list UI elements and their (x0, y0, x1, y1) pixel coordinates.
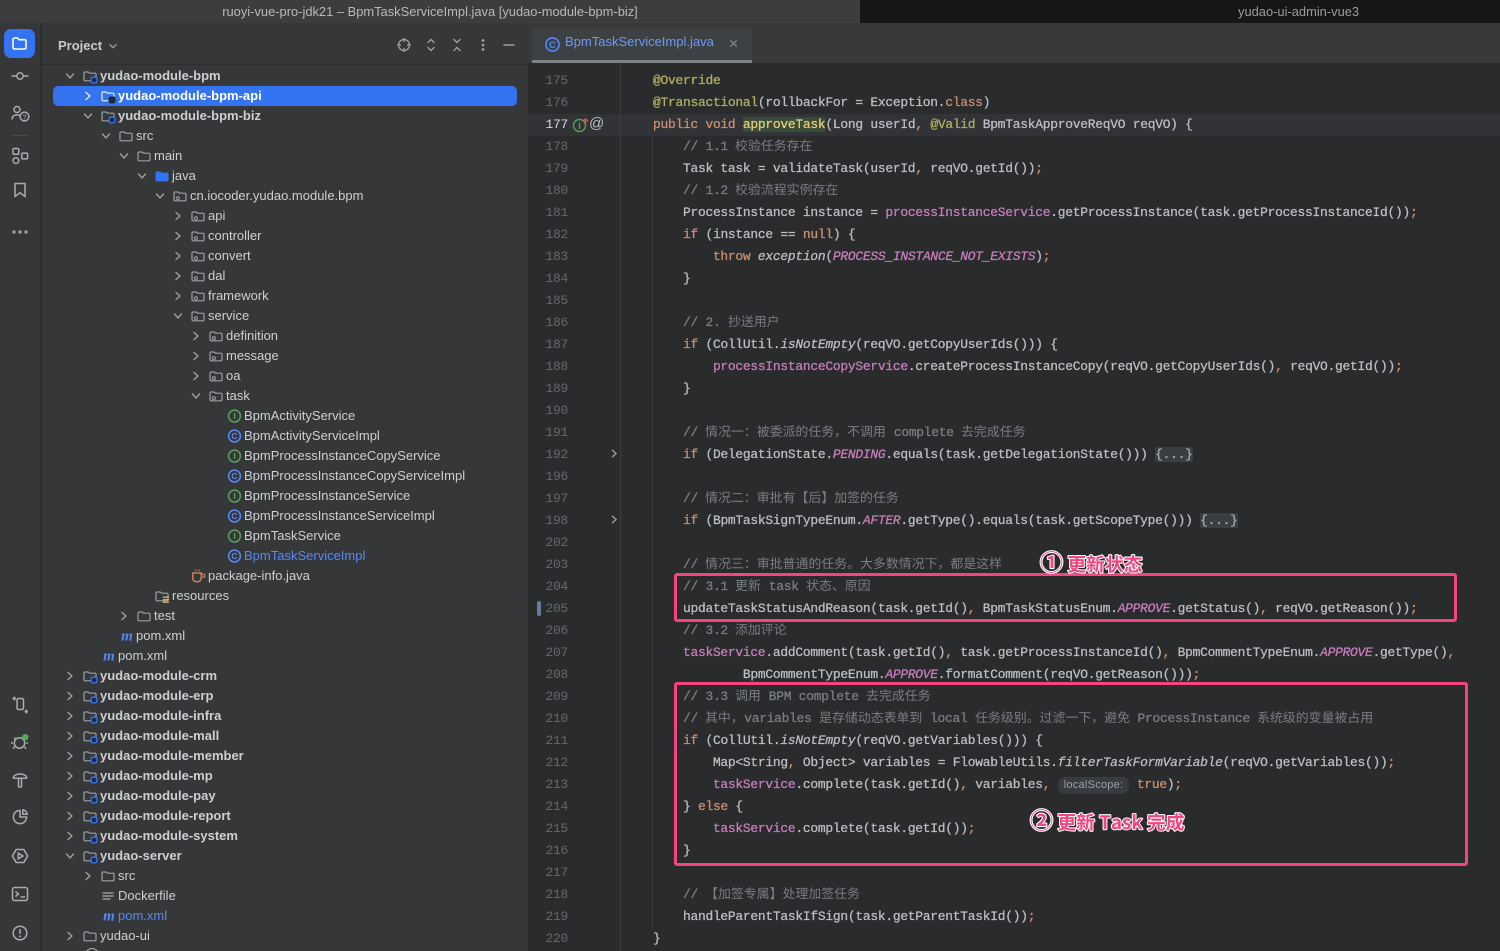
svg-text:I: I (578, 121, 581, 131)
svg-text:C: C (231, 431, 237, 441)
svg-text:I: I (233, 531, 235, 541)
svg-text:C: C (231, 551, 237, 561)
svg-text:I: I (233, 451, 235, 461)
svg-text:I: I (233, 491, 235, 501)
svg-text:m: m (121, 629, 133, 645)
svg-text:C: C (231, 471, 237, 481)
svg-text:?: ? (22, 112, 26, 121)
svg-text:C: C (231, 511, 237, 521)
svg-text:m: m (103, 909, 115, 925)
svg-text:m: m (103, 649, 115, 665)
svg-text:I: I (233, 411, 235, 421)
svg-text:C: C (549, 40, 556, 51)
